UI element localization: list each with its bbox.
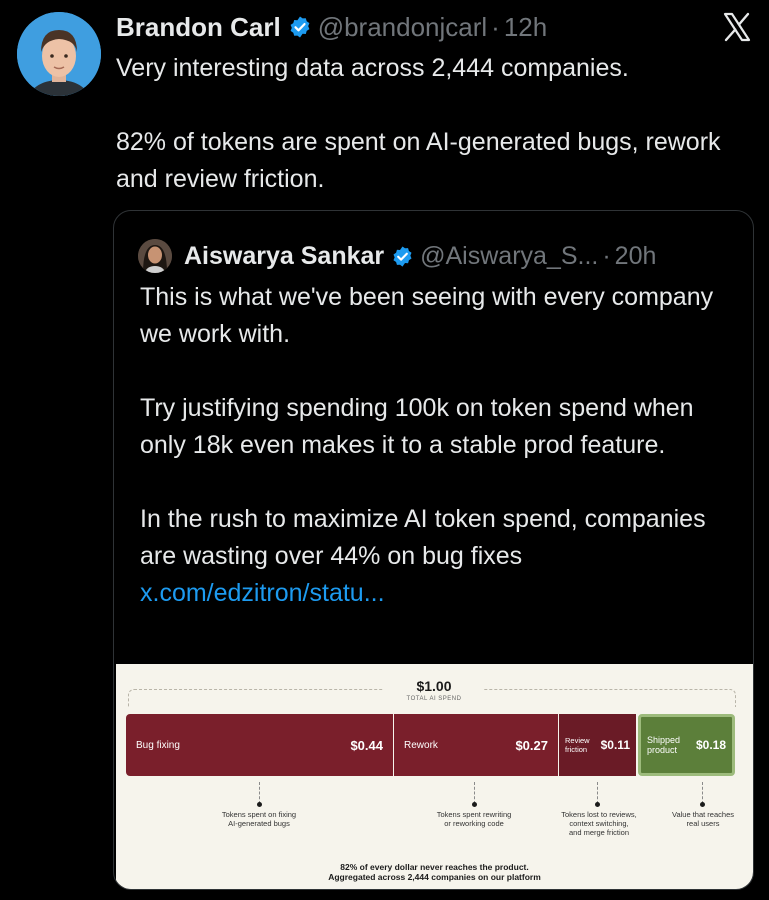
note-connector (597, 782, 598, 804)
note-line: real users (686, 819, 720, 828)
spend-infographic[interactable]: $1.00 TOTAL AI SPEND Bug fixing $0.44 Re… (116, 664, 753, 889)
note-line: AI-generated bugs (228, 819, 290, 828)
quoted-tweet-card[interactable]: Aiswarya Sankar @Aiswarya_S... · 20h Thi… (113, 210, 754, 890)
quote-avatar-portrait (138, 239, 172, 273)
segment-value: $0.27 (515, 737, 548, 753)
segment-label-line: product (647, 745, 678, 755)
author-name[interactable]: Brandon Carl (116, 12, 281, 43)
segment-rework: Rework $0.27 (394, 714, 558, 776)
quote-body: This is what we've been seeing with ever… (140, 283, 714, 570)
infographic-footer: 82% of every dollar never reaches the pr… (116, 862, 753, 882)
verified-badge-icon (393, 245, 412, 267)
note-dot (472, 802, 477, 807)
segment-label: Shipped product (647, 735, 680, 755)
note-dot (595, 802, 600, 807)
meta-separator: · (491, 11, 500, 42)
segment-value: $0.11 (600, 738, 630, 752)
note-line: context switching, (569, 819, 629, 828)
note-review-friction: Tokens lost to reviews, context switchin… (554, 810, 644, 837)
note-line: or reworking code (444, 819, 504, 828)
quote-author-name[interactable]: Aiswarya Sankar (184, 242, 384, 271)
segment-label-line: friction (565, 745, 588, 754)
note-line: and merge friction (568, 828, 630, 837)
total-spend: $1.00 TOTAL AI SPEND (384, 678, 484, 702)
tweet-text: Very interesting data across 2,444 compa… (116, 54, 721, 193)
tweet-timestamp[interactable]: 12h (504, 12, 547, 43)
footer-line: Aggregated across 2,444 companies on our… (328, 872, 541, 882)
segment-label: Review friction (565, 736, 590, 754)
segment-bug-fixing: Bug fixing $0.44 (126, 714, 393, 776)
note-bug-fixing: Tokens spent on fixing AI-generated bugs (199, 810, 319, 828)
note-connector (474, 782, 475, 804)
segment-shipped-product: Shipped product $0.18 (638, 714, 735, 776)
tweet-header: Brandon Carl @brandonjcarl · 12h (116, 10, 547, 44)
author-handle[interactable]: @brandonjcarl (318, 12, 487, 43)
note-connector (259, 782, 260, 804)
footer-line: 82% of every dollar never reaches the pr… (340, 862, 529, 872)
segment-label: Bug fixing (136, 739, 180, 751)
quote-author-avatar[interactable] (138, 239, 172, 273)
note-connector (702, 782, 703, 804)
segment-value: $0.18 (695, 738, 726, 752)
segment-label: Rework (404, 739, 438, 751)
note-dot (257, 802, 262, 807)
note-dot (700, 802, 705, 807)
segment-value: $0.44 (350, 737, 383, 753)
note-line: Tokens lost to reviews, (561, 810, 637, 819)
x-logo-icon[interactable] (722, 12, 752, 42)
quote-author-handle[interactable]: @Aiswarya_S... (420, 242, 598, 271)
total-spend-label: TOTAL AI SPEND (406, 696, 462, 702)
author-avatar[interactable] (17, 12, 101, 96)
segment-label-line: Review (565, 736, 590, 745)
segment-review-friction: Review friction $0.11 (559, 714, 636, 776)
verified-badge-icon (290, 16, 310, 38)
note-shipped-product: Value that reaches real users (662, 810, 744, 828)
avatar-portrait (17, 12, 101, 96)
quote-timestamp[interactable]: 20h (615, 242, 657, 271)
total-spend-value: $1.00 (416, 678, 452, 694)
note-line: Tokens spent rewriting (436, 810, 512, 819)
segment-label-line: Shipped (647, 735, 681, 745)
quote-meta-separator: · (602, 241, 611, 270)
quote-link[interactable]: x.com/edzitron/statu... (140, 579, 385, 607)
note-rework: Tokens spent rewriting or reworking code (414, 810, 534, 828)
quote-header: Aiswarya Sankar @Aiswarya_S... · 20h (184, 237, 656, 275)
note-line: Tokens spent on fixing (221, 810, 297, 819)
note-line: Value that reaches (672, 810, 734, 819)
quote-text: This is what we've been seeing with ever… (140, 279, 740, 612)
